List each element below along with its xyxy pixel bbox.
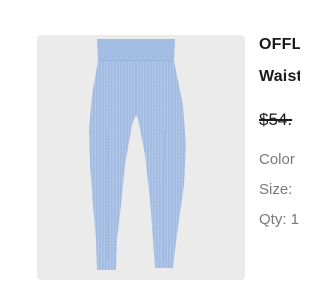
- product-brand[interactable]: OFFL: [259, 36, 300, 54]
- product-image-card[interactable]: [37, 35, 245, 280]
- product-title[interactable]: Waist: [259, 68, 300, 86]
- waistband: [97, 39, 175, 61]
- leggings-body: [89, 61, 186, 270]
- product-details: OFFL Waist $54. Color Size: Qty: 1: [259, 0, 300, 300]
- product-price: $54.: [259, 110, 293, 129]
- quantity-label: Qty: 1: [259, 211, 300, 228]
- leggings-image: [89, 39, 186, 270]
- color-label: Color: [259, 151, 295, 168]
- product-listing: OFFL Waist $54. Color Size: Qty: 1: [0, 0, 300, 300]
- size-label: Size:: [259, 181, 293, 198]
